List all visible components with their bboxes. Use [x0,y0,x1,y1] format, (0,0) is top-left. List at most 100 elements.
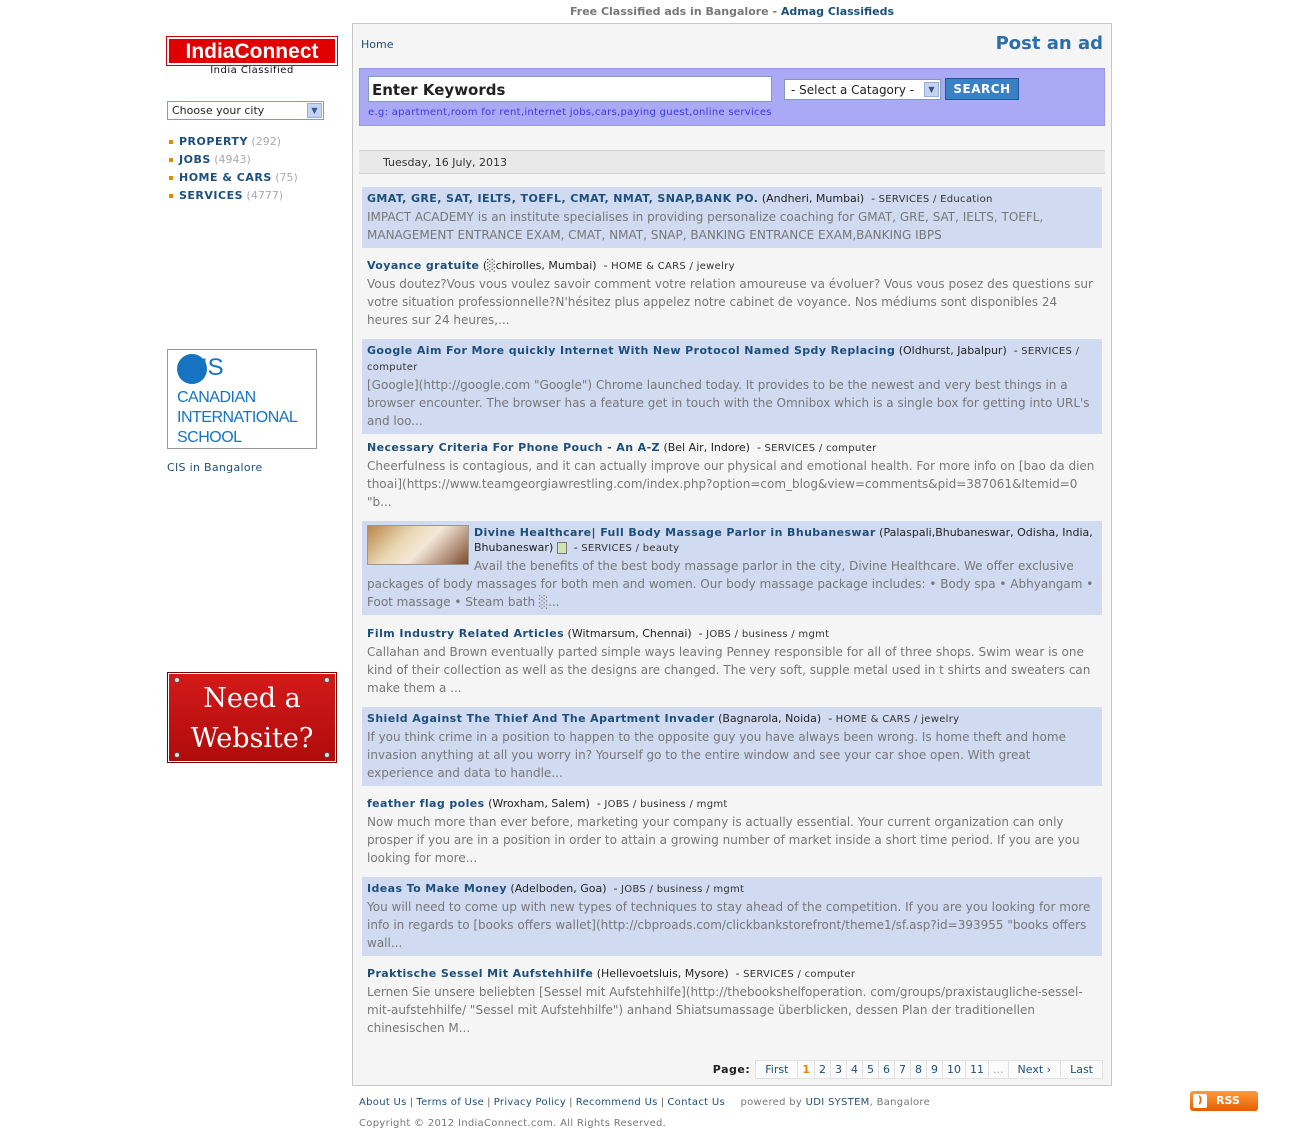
pager-page[interactable]: 7 [894,1059,912,1079]
keywords-input[interactable]: Enter Keywords [368,76,772,102]
bullet-icon [169,194,173,198]
ad-location: (░chirolles, Mumbai) [482,259,597,272]
category-item-property[interactable]: PROPERTY (292) [169,135,298,153]
ad-heading: Ideas To Make Money (Adelboden, Goa) - J… [367,882,745,895]
category-link[interactable]: PROPERTY [179,135,248,148]
category-link[interactable]: HOME & CARS [179,171,272,184]
ad-description: Callahan and Brown eventually parted sim… [367,645,1091,695]
category-item-home-cars[interactable]: HOME & CARS (75) [169,171,298,189]
city-select-value: Choose your city [172,104,265,117]
ad-location: (Wroxham, Salem) [488,797,590,810]
ad-listing: Necessary Criteria For Phone Pouch - An … [362,436,1102,515]
ad-title-link[interactable]: Google Aim For More quickly Internet Wit… [367,344,895,357]
powered-prefix: powered by [740,1097,806,1108]
ad-category: SERVICES / computer [743,969,856,980]
pager-last[interactable]: Last [1060,1059,1103,1079]
ad-location: (Andheri, Mumbai) [761,192,865,205]
cis-name: CANADIAN INTERNATIONAL SCHOOL [177,388,298,448]
bolt-icon [324,677,330,683]
ad-location: (Adelboden, Goa) [510,882,607,895]
pager-page[interactable]: 10 [942,1059,967,1079]
cis-abbr: IS [201,354,224,381]
tagline-brand-link[interactable]: Admag Classifieds [781,5,894,18]
ad-title-link[interactable]: Necessary Criteria For Phone Pouch - An … [367,441,660,454]
ad-category: JOBS / business / mgmt [621,884,745,895]
ad-title-link[interactable]: Shield Against The Thief And The Apartme… [367,712,715,725]
pager-page-current[interactable]: 1 [797,1059,816,1079]
post-ad-link[interactable]: Post an ad [996,33,1103,54]
logo-subtitle: India Classified [210,65,294,76]
pager-page[interactable]: 5 [862,1059,880,1079]
category-item-jobs[interactable]: JOBS (4943) [169,153,298,171]
ad-thumbnail[interactable] [367,525,469,565]
ad-category: HOME & CARS / jewelry [611,261,735,272]
left-sidebar: IndiaConnect India Classified Choose you… [166,36,338,763]
pager-page[interactable]: 9 [926,1059,944,1079]
bullet-icon [169,176,173,180]
breadcrumb-home[interactable]: Home [361,38,393,51]
pager-page[interactable]: 8 [910,1059,928,1079]
ad-title-link[interactable]: Divine Healthcare| Full Body Massage Par… [474,526,876,539]
footer-contact-link[interactable]: Contact Us [667,1097,725,1108]
copyright: Copyright © 2012 IndiaConnect.com. All R… [359,1118,667,1129]
pager-page[interactable]: 4 [846,1059,864,1079]
chevron-down-icon[interactable]: ▼ [924,82,939,97]
ad-description: Cheerfulness is contagious, and it can a… [367,459,1095,509]
bolt-icon [324,752,330,758]
photo-icon [556,542,567,554]
site-logo[interactable]: IndiaConnect [166,36,338,66]
category-link[interactable]: JOBS [179,153,211,166]
ad-location: (Bel Air, Indore) [663,441,750,454]
ad-heading: Shield Against The Thief And The Apartme… [367,712,960,725]
city-select[interactable]: Choose your city ▼ [167,101,324,120]
need-website-banner[interactable]: Need a Website? [167,672,337,763]
ad-description: Now much more than ever before, marketin… [367,815,1080,865]
cis-name-line: SCHOOL [177,429,242,446]
ad-location: (Bagnarola, Noida) [718,712,822,725]
ad-heading: Film Industry Related Articles (Witmarsu… [367,627,830,640]
rss-label: RSS [1216,1094,1240,1107]
pager-page[interactable]: 3 [830,1059,848,1079]
pager-page[interactable]: 6 [878,1059,896,1079]
ad-title-link[interactable]: Praktische Sessel Mit Aufstehhilfe [367,967,593,980]
pager-page[interactable]: 11 [965,1059,990,1079]
bullet-icon [169,140,173,144]
category-count: (75) [275,171,298,184]
category-select[interactable]: - Select a Catagory - ▼ [784,79,941,100]
cis-link[interactable]: CIS in Bangalore [167,461,263,474]
footer-terms-link[interactable]: Terms of Use [416,1097,484,1108]
ad-title-link[interactable]: Film Industry Related Articles [367,627,564,640]
ad-description: Lernen Sie unsere beliebten [Sessel mit … [367,985,1083,1035]
powered-brand-link[interactable]: UDI SYSTEM [806,1097,870,1108]
footer-recommend-link[interactable]: Recommend Us [576,1097,658,1108]
ad-title-link[interactable]: Ideas To Make Money [367,882,507,895]
ad-title-link[interactable]: Voyance gratuite [367,259,479,272]
ad-listing: Ideas To Make Money (Adelboden, Goa) - J… [362,877,1102,956]
ad-description: You will need to come up with new types … [367,900,1091,950]
ad-location: (Witmarsum, Chennai) [567,627,692,640]
category-list: PROPERTY (292) JOBS (4943) HOME & CARS (… [169,135,298,207]
date-bar: Tuesday, 16 July, 2013 [359,150,1105,174]
pager-page[interactable]: 2 [814,1059,832,1079]
ad-title-link[interactable]: feather flag poles [367,797,485,810]
ad-location: (Oldhurst, Jabalpur) [898,344,1007,357]
search-box: Enter Keywords - Select a Catagory - ▼ S… [359,68,1105,126]
ad-location: (Hellevoetsluis, Mysore) [596,967,729,980]
footer-privacy-link[interactable]: Privacy Policy [494,1097,566,1108]
rss-button[interactable]: ) RSS [1190,1091,1258,1111]
pager-first[interactable]: First [755,1059,799,1079]
footer-links: About Us | Terms of Use | Privacy Policy | Rec… [359,1097,931,1108]
pager-ellipsis: ... [988,1059,1009,1079]
search-button[interactable]: SEARCH [945,78,1019,100]
pager-next[interactable]: Next › [1007,1059,1062,1079]
category-link[interactable]: SERVICES [179,189,243,202]
chevron-down-icon[interactable]: ▼ [307,103,322,118]
tagline-text: Free Classified ads in Bangalore - [569,5,781,18]
footer-about-link[interactable]: About Us [359,1097,407,1108]
cis-banner[interactable]: IS CANADIAN INTERNATIONAL SCHOOL [167,349,317,449]
ad-title-link[interactable]: GMAT, GRE, SAT, IELTS, TOEFL, CMAT, NMAT… [367,192,758,205]
category-item-services[interactable]: SERVICES (4777) [169,189,298,207]
ad-category: SERVICES / beauty [581,543,680,554]
bolt-icon [174,752,180,758]
ad-category: HOME & CARS / jewelry [835,714,960,725]
